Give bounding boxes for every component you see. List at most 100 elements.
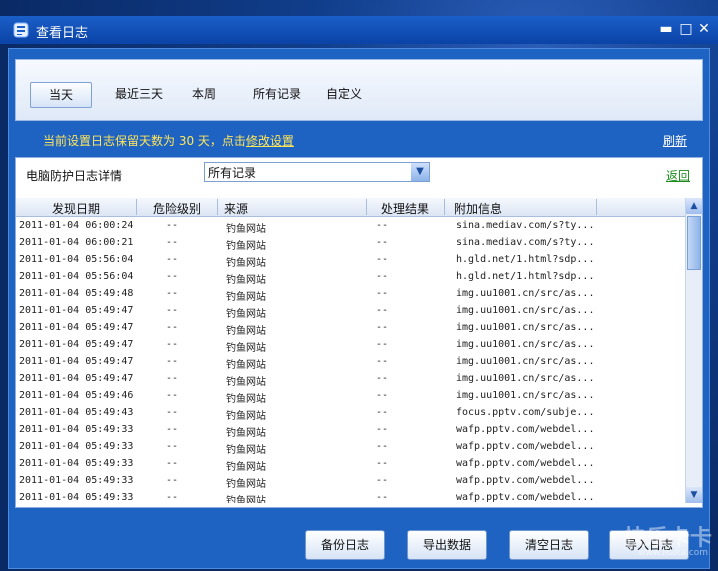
column-divider[interactable] [596,199,597,215]
table-cell: -- [376,356,389,367]
table-cell: -- [166,475,179,486]
col-found-date[interactable]: 发现日期 [16,200,136,217]
refresh-link[interactable]: 刷新 [663,132,687,149]
table-cell: -- [376,220,389,231]
table-row[interactable]: 2011-01-04 05:56:04 -- 钓鱼网站 -- h.gld.net/1.h… [16,269,686,286]
table-row[interactable]: 2011-01-04 05:56:04 -- 钓鱼网站 -- h.gld.net/1.h… [16,252,686,269]
table-row[interactable]: 2011-01-04 05:49:47 -- 钓鱼网站 -- img.uu1001.cn… [16,371,686,388]
log-panel: 电脑防护日志详情 所有记录 ▼ 返回 发现日期 危险级别 来源 处理结果 附加信… [15,157,703,508]
table-row[interactable]: 2011-01-04 05:49:33 -- 钓鱼网站 -- wafp.pptv.com… [16,422,686,439]
col-source[interactable]: 来源 [224,200,364,217]
chevron-down-icon[interactable]: ▼ [411,163,429,181]
modify-settings-link[interactable]: 修改设置 [246,134,294,148]
table-cell: -- [376,237,389,248]
log-detail-label: 电脑防护日志详情 [26,169,123,183]
record-filter-select[interactable]: 所有记录 ▼ [204,162,430,182]
table-cell: -- [166,390,179,401]
table-cell: 2011-01-04 05:49:47 [19,322,134,333]
tab-today[interactable]: 当天 [30,82,92,108]
log-table: 发现日期 危险级别 来源 处理结果 附加信息 2011-01-04 06:00:… [16,198,686,503]
scroll-down-icon[interactable]: ▼ [686,487,702,503]
tab-custom[interactable]: 自定义 [316,82,372,106]
table-cell: 2011-01-04 05:49:33 [19,492,134,503]
tab-last-three-days[interactable]: 最近三天 [102,82,176,106]
table-row[interactable]: 2011-01-04 05:49:33 -- 钓鱼网站 -- wafp.pptv.com… [16,490,686,503]
table-cell: 钓鱼网站 [226,462,266,473]
export-data-button[interactable]: 导出数据 [407,530,487,560]
table-row[interactable]: 2011-01-04 06:00:24 -- 钓鱼网站 -- sina.mediav.c… [16,218,686,235]
table-cell: 钓鱼网站 [226,343,266,354]
table-row[interactable]: 2011-01-04 05:49:46 -- 钓鱼网站 -- img.uu1001.cn… [16,388,686,405]
table-cell: 钓鱼网站 [226,241,266,252]
table-cell: -- [166,305,179,316]
table-row[interactable]: 2011-01-04 05:49:48 -- 钓鱼网站 -- img.uu1001.cn… [16,286,686,303]
table-row[interactable]: 2011-01-04 05:49:47 -- 钓鱼网站 -- img.uu1001.cn… [16,303,686,320]
scroll-up-icon[interactable]: ▲ [686,198,702,214]
table-cell: -- [376,305,389,316]
table-cell: 2011-01-04 05:49:47 [19,373,134,384]
vertical-scrollbar[interactable]: ▲ ▼ [685,198,702,503]
table-cell: 钓鱼网站 [226,445,266,456]
log-viewer-window: 查看日志 ▬ □ ✕ 当天 最近三天 本周 所有记录 自定义 当前设置日志保留天… [0,0,718,571]
table-cell: -- [376,254,389,265]
close-icon[interactable]: ✕ [696,21,712,37]
col-risk-level[interactable]: 危险级别 [137,200,217,217]
backup-log-button[interactable]: 备份日志 [305,530,385,560]
table-row[interactable]: 2011-01-04 05:49:33 -- 钓鱼网站 -- wafp.pptv.com… [16,473,686,490]
table-cell: -- [166,492,179,503]
table-cell: -- [376,441,389,452]
table-cell: -- [376,475,389,486]
col-extra-info[interactable]: 附加信息 [454,200,594,217]
table-cell: 2011-01-04 05:49:33 [19,458,134,469]
table-cell: 2011-01-04 05:49:47 [19,356,134,367]
window-title: 查看日志 [36,26,89,41]
clear-log-button[interactable]: 清空日志 [509,530,589,560]
table-cell: 2011-01-04 05:49:48 [19,288,134,299]
table-cell: img.uu1001.cn/src/as... [456,373,595,384]
table-cell: -- [376,492,389,503]
table-cell: -- [376,339,389,350]
table-row[interactable]: 2011-01-04 05:49:47 -- 钓鱼网站 -- img.uu1001.cn… [16,337,686,354]
table-cell: 2011-01-04 05:49:46 [19,390,134,401]
table-cell: 2011-01-04 05:49:47 [19,305,134,316]
record-filter-value: 所有记录 [208,166,257,180]
scroll-thumb[interactable] [687,216,701,270]
table-cell: sina.mediav.com/s?ty... [456,237,595,248]
table-cell: 钓鱼网站 [226,292,266,303]
table-row[interactable]: 2011-01-04 06:00:21 -- 钓鱼网站 -- sina.mediav.c… [16,235,686,252]
table-row[interactable]: 2011-01-04 05:49:43 -- 钓鱼网站 -- focus.pptv.co… [16,405,686,422]
table-row[interactable]: 2011-01-04 05:49:33 -- 钓鱼网站 -- wafp.pptv.com… [16,456,686,473]
table-cell: 钓鱼网站 [226,275,266,286]
table-cell: wafp.pptv.com/webdel... [456,424,595,435]
table-cell: -- [166,271,179,282]
table-cell: -- [376,322,389,333]
table-cell: 钓鱼网站 [226,224,266,235]
table-cell: 2011-01-04 05:49:43 [19,407,134,418]
table-cell: 2011-01-04 05:49:47 [19,339,134,350]
table-cell: -- [166,254,179,265]
table-cell: -- [376,424,389,435]
table-cell: -- [166,237,179,248]
table-cell: img.uu1001.cn/src/as... [456,322,595,333]
back-link[interactable]: 返回 [666,167,690,184]
table-cell: 2011-01-04 05:49:33 [19,475,134,486]
column-divider[interactable] [217,199,218,215]
retention-notice: 当前设置日志保留天数为 30 天，点击修改设置 [43,132,294,149]
table-row[interactable]: 2011-01-04 05:49:47 -- 钓鱼网站 -- img.uu1001.cn… [16,320,686,337]
col-result[interactable]: 处理结果 [367,200,443,217]
table-row[interactable]: 2011-01-04 05:49:33 -- 钓鱼网站 -- wafp.pptv.com… [16,439,686,456]
table-cell: 钓鱼网站 [226,479,266,490]
table-header: 发现日期 危险级别 来源 处理结果 附加信息 [16,198,686,217]
table-row[interactable]: 2011-01-04 05:49:47 -- 钓鱼网站 -- img.uu1001.cn… [16,354,686,371]
table-cell: -- [166,322,179,333]
table-cell: img.uu1001.cn/src/as... [456,390,595,401]
tab-this-week[interactable]: 本周 [180,82,228,106]
column-divider[interactable] [444,199,445,215]
date-range-tabs: 当天 最近三天 本周 所有记录 自定义 [15,59,703,121]
minimize-icon[interactable]: ▬ [658,21,674,37]
table-cell: -- [376,288,389,299]
table-cell: 2011-01-04 05:56:04 [19,254,134,265]
maximize-icon[interactable]: □ [678,21,694,37]
tab-all-records[interactable]: 所有记录 [240,82,314,106]
retention-notice-text: 当前设置日志保留天数为 30 天，点击 [43,134,246,148]
